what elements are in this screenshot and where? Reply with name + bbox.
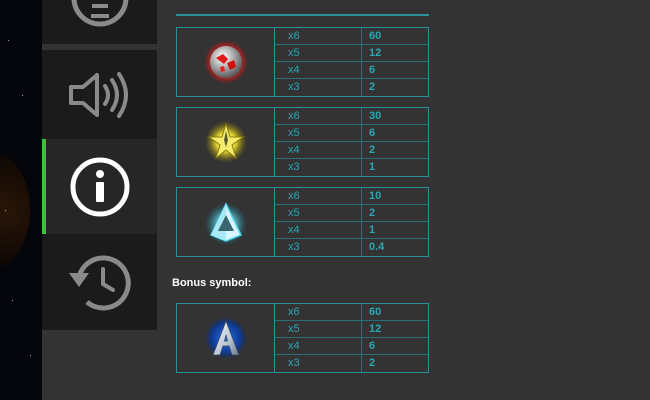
payout-value: 2 (369, 357, 376, 369)
payout-value: 2 (369, 143, 376, 156)
history-icon (68, 255, 131, 311)
table-row: x4 1 (275, 221, 428, 239)
pay-rows: x6 10 x5 2 x4 1 x3 0.4 (275, 187, 428, 256)
red-planet-symbol-icon (203, 40, 248, 84)
pay-rows: x6 60 x5 12 x4 6 x3 2 (275, 303, 428, 372)
multiplier-label: x5 (275, 204, 362, 222)
table-row: x6 30 (275, 107, 428, 125)
multiplier-label: x4 (275, 337, 362, 355)
yellow-star-symbol-icon (204, 121, 247, 163)
info-button[interactable] (42, 139, 157, 234)
speaker-icon (68, 71, 128, 118)
payout-value: 1 (369, 161, 376, 173)
payout-value: 1 (369, 223, 376, 236)
paytable-panel: x6 60 x5 12 x4 6 x3 2 x6 30 x5 6 x4 2 x3… (157, 0, 650, 400)
payout-value: 6 (369, 63, 376, 76)
symbol-cell (177, 304, 275, 372)
multiplier-label: x6 (275, 303, 362, 321)
payout-value: 12 (369, 322, 382, 335)
paytable-group: x6 30 x5 6 x4 2 x3 1 (176, 107, 429, 177)
multiplier-label: x3 (275, 239, 362, 256)
payout-value: 10 (369, 189, 382, 202)
multiplier-label: x5 (275, 44, 362, 62)
symbol-cell (177, 108, 275, 176)
multiplier-label: x5 (275, 124, 362, 142)
multiplier-label: x4 (275, 141, 362, 159)
paytable-group: x6 10 x5 2 x4 1 x3 0.4 (176, 187, 429, 257)
space-background (0, 0, 42, 400)
paytable-group: x6 60 x5 12 x4 6 x3 2 (176, 27, 429, 97)
payout-value: 2 (369, 206, 376, 219)
table-row: x6 60 (275, 27, 428, 45)
game-info-screen: x6 60 x5 12 x4 6 x3 2 x6 30 x5 6 x4 2 x3… (0, 0, 650, 400)
symbol-cell (177, 188, 275, 256)
table-row: x3 0.4 (275, 239, 428, 256)
payout-value: 30 (369, 109, 382, 122)
payout-value: 12 (369, 46, 382, 59)
bonus-symbol-heading: Bonus symbol: (172, 277, 252, 289)
star (30, 355, 31, 356)
pay-rows: x6 60 x5 12 x4 6 x3 2 (275, 27, 428, 96)
info-icon (70, 157, 129, 216)
multiplier-label: x6 (275, 27, 362, 45)
multiplier-label: x4 (275, 221, 362, 239)
table-row: x5 6 (275, 124, 428, 142)
zoom-out-button[interactable] (42, 0, 157, 44)
table-row: x4 6 (275, 337, 428, 355)
payout-value: 6 (369, 339, 376, 352)
sidebar (42, 0, 157, 330)
table-row: x5 12 (275, 44, 428, 62)
divider (176, 14, 429, 16)
cyan-pyramid-symbol-icon (204, 202, 247, 245)
table-row: x4 2 (275, 141, 428, 159)
payout-value: 0.4 (369, 241, 385, 253)
blue-a-bonus-symbol-icon (205, 318, 246, 358)
sound-button[interactable] (42, 50, 157, 139)
table-row: x3 2 (275, 355, 428, 372)
multiplier-label: x6 (275, 107, 362, 125)
bonus-paytable-group: x6 60 x5 12 x4 6 x3 2 (176, 303, 429, 373)
table-row: x6 60 (275, 303, 428, 321)
payout-value: 2 (369, 81, 376, 93)
table-row: x4 6 (275, 61, 428, 79)
multiplier-label: x5 (275, 320, 362, 338)
table-row: x3 2 (275, 79, 428, 96)
star (5, 210, 6, 211)
star (12, 300, 13, 301)
multiplier-label: x3 (275, 79, 362, 96)
star (8, 40, 9, 41)
minus-circle-icon (71, 0, 128, 27)
star (22, 95, 23, 96)
payout-value: 60 (369, 29, 382, 42)
payout-value: 6 (369, 126, 376, 139)
table-row: x6 10 (275, 187, 428, 205)
history-button[interactable] (42, 234, 157, 330)
table-row: x3 1 (275, 159, 428, 176)
multiplier-label: x4 (275, 61, 362, 79)
multiplier-label: x6 (275, 187, 362, 205)
payout-value: 60 (369, 305, 382, 318)
multiplier-label: x3 (275, 159, 362, 176)
pay-rows: x6 30 x5 6 x4 2 x3 1 (275, 107, 428, 176)
multiplier-label: x3 (275, 355, 362, 372)
table-row: x5 2 (275, 204, 428, 222)
symbol-cell (177, 28, 275, 96)
table-row: x5 12 (275, 320, 428, 338)
